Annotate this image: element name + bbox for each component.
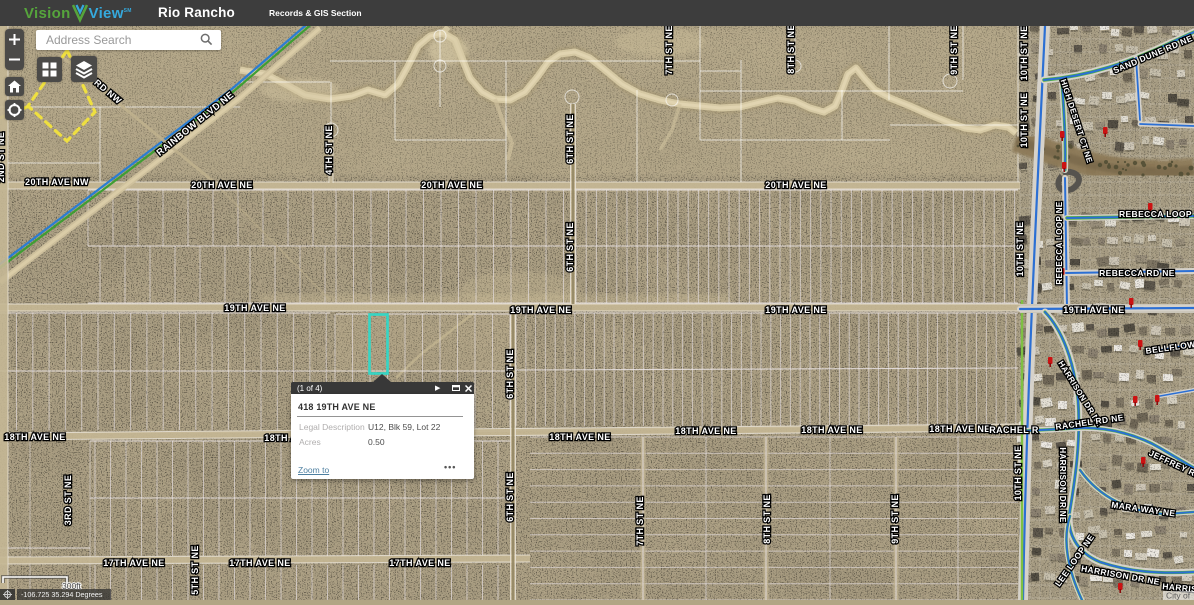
- svg-text:6TH ST NE: 6TH ST NE: [565, 222, 575, 272]
- svg-text:18TH AVE NE: 18TH AVE NE: [675, 426, 736, 436]
- svg-text:5TH ST NE: 5TH ST NE: [190, 545, 200, 595]
- svg-text:6TH ST NE: 6TH ST NE: [565, 114, 575, 164]
- svg-text:18TH AVE NE: 18TH AVE NE: [929, 424, 990, 434]
- svg-text:19TH AVE NE: 19TH AVE NE: [510, 305, 571, 315]
- svg-text:8TH ST NE: 8TH ST NE: [762, 494, 772, 544]
- svg-text:REBECCA RD NE: REBECCA RD NE: [1099, 268, 1175, 278]
- svg-text:18TH AVE NE: 18TH AVE NE: [549, 432, 610, 442]
- svg-text:8TH ST NE: 8TH ST NE: [786, 26, 796, 74]
- svg-text:18TH AVE NE: 18TH AVE NE: [4, 432, 65, 442]
- svg-text:19TH AVE NE: 19TH AVE NE: [765, 305, 826, 315]
- svg-text:7TH ST NE: 7TH ST NE: [635, 496, 645, 546]
- svg-text:REBECCA LOOP N: REBECCA LOOP N: [1119, 209, 1194, 219]
- svg-text:17TH AVE NE: 17TH AVE NE: [229, 558, 290, 568]
- svg-text:6TH ST NE: 6TH ST NE: [505, 349, 515, 399]
- svg-text:17TH AVE NE: 17TH AVE NE: [103, 558, 164, 568]
- svg-text:19TH AVE NE: 19TH AVE NE: [1063, 305, 1124, 315]
- svg-text:4TH ST NE: 4TH ST NE: [324, 125, 334, 175]
- svg-text:-106.725 35.294 Degrees: -106.725 35.294 Degrees: [21, 590, 103, 599]
- svg-text:6TH ST NE: 6TH ST NE: [505, 472, 515, 522]
- svg-text:City of: City of: [1166, 591, 1191, 601]
- svg-text:9TH ST NE: 9TH ST NE: [890, 494, 900, 544]
- svg-text:20TH AVE NE: 20TH AVE NE: [421, 180, 482, 190]
- svg-text:20TH AVE NW: 20TH AVE NW: [25, 177, 89, 187]
- svg-text:HARRISON DR NE: HARRISON DR NE: [1058, 447, 1067, 523]
- svg-text:REBECCA LOOP NE: REBECCA LOOP NE: [1055, 201, 1064, 285]
- svg-text:10TH ST NE: 10TH ST NE: [1013, 445, 1023, 500]
- svg-text:19TH AVE NE: 19TH AVE NE: [224, 303, 285, 313]
- svg-text:7TH ST NE: 7TH ST NE: [664, 26, 674, 75]
- svg-text:10TH ST NE: 10TH ST NE: [1015, 221, 1025, 276]
- svg-text:17TH AVE NE: 17TH AVE NE: [389, 558, 450, 568]
- svg-text:20TH AVE NE: 20TH AVE NE: [765, 180, 826, 190]
- svg-text:10TH ST NE: 10TH ST NE: [1019, 92, 1029, 147]
- svg-text:10TH ST NE: 10TH ST NE: [1019, 26, 1029, 81]
- svg-text:18TH AVE NE: 18TH AVE NE: [801, 425, 862, 435]
- svg-text:20TH AVE NE: 20TH AVE NE: [191, 180, 252, 190]
- svg-text:2ND ST NE: 2ND ST NE: [0, 132, 6, 183]
- svg-text:9TH ST NE: 9TH ST NE: [949, 26, 959, 75]
- svg-text:RACHEL R: RACHEL R: [989, 425, 1039, 435]
- svg-text:3RD ST NE: 3RD ST NE: [63, 475, 73, 526]
